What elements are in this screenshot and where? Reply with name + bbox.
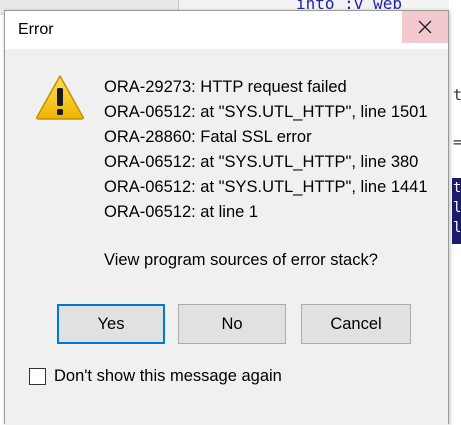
background-code-fragment: t [453,86,461,104]
error-message-line: ORA-06512: at "SYS.UTL_HTTP", line 380 [104,153,419,171]
error-message-line: ORA-06512: at "SYS.UTL_HTTP", line 1501 [104,103,428,121]
no-button[interactable]: No [178,304,286,344]
yes-button[interactable]: Yes [57,304,165,344]
error-message-list: ORA-29273: HTTP request failed ORA-06512… [104,75,428,225]
error-dialog: Error ORA-29273: HTTP request failed ORA… [4,10,449,425]
close-icon [418,20,432,34]
cancel-button[interactable]: Cancel [301,304,411,344]
dialog-titlebar[interactable]: Error [5,11,448,49]
error-message-line: ORA-06512: at line 1 [104,203,259,221]
error-message-line: ORA-29273: HTTP request failed [104,78,347,96]
background-selected-text: l [453,200,461,216]
warning-icon [36,75,84,120]
background-selected-text: l [453,220,461,236]
dont-show-again-row: Don't show this message again [29,367,282,386]
dialog-question: View program sources of error stack? [104,251,378,269]
dont-show-again-checkbox[interactable] [29,368,46,385]
error-message-line: ORA-06512: at "SYS.UTL_HTTP", line 1441 [104,178,428,196]
dont-show-again-label[interactable]: Don't show this message again [54,367,282,386]
background-code-fragment: = [453,133,461,151]
background-selected-text: t [453,180,461,196]
error-message-line: ORA-28860: Fatal SSL error [104,128,312,146]
close-button[interactable] [402,11,448,43]
background-editor-edge: t = t l l [449,0,461,424]
dialog-title: Error [18,21,54,38]
background-selection: t l l [452,178,461,244]
